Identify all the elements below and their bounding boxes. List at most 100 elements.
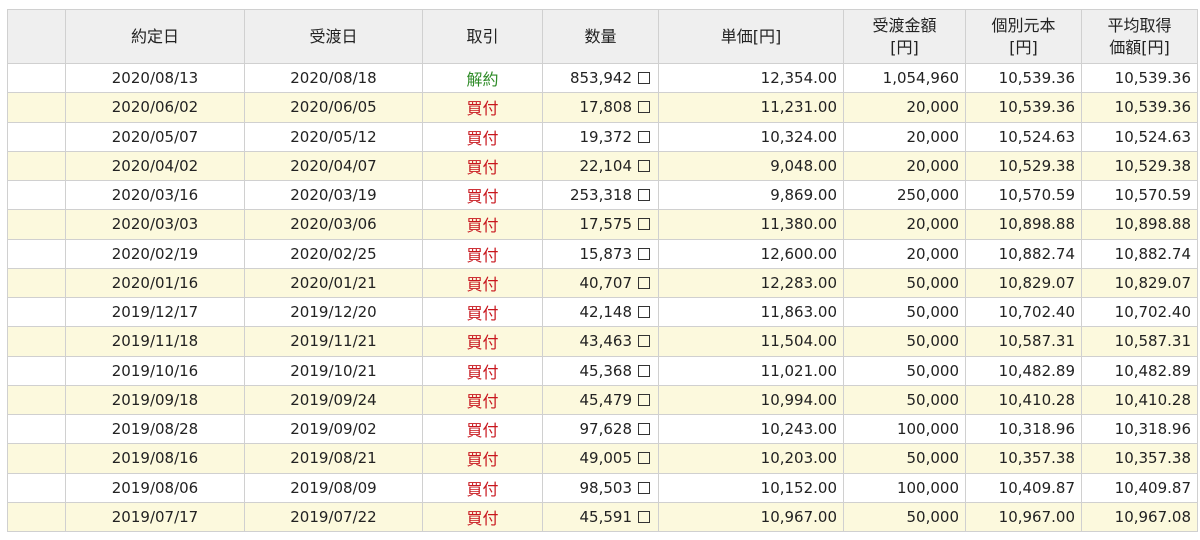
unit-kuchi-icon: [638, 72, 650, 85]
row-blank: [7, 209, 66, 240]
delivery-amount-cell: 20,000: [843, 92, 966, 123]
trade-type-label: 買付: [466, 362, 499, 382]
header-trade[interactable]: 取引: [422, 9, 543, 64]
trade-type-label: 買付: [466, 304, 499, 324]
row-blank: [7, 472, 66, 503]
row-blank: [7, 238, 66, 269]
trade-type-label: 解約: [466, 70, 499, 90]
delivery-amount-cell: 20,000: [843, 238, 966, 269]
avg-cost-cell: 10,524.63: [1081, 121, 1198, 152]
trade-cell: 買付: [422, 179, 543, 211]
quantity-value: 40,707: [579, 273, 633, 292]
quantity-cell: 42,148: [542, 296, 659, 328]
contract-date-cell: 2020/03/16: [65, 179, 245, 211]
avg-cost-cell: 10,482.89: [1081, 355, 1198, 386]
unit-price-cell: 11,504.00: [658, 326, 844, 357]
delivery-amount-cell: 1,054,960: [843, 62, 966, 94]
quantity-cell: 17,575: [542, 209, 659, 240]
quantity-value: 45,479: [579, 390, 633, 409]
trade-type-label: 買付: [466, 216, 499, 236]
individual-principal-cell: 10,410.28: [965, 384, 1082, 416]
quantity-value: 253,318: [569, 186, 632, 205]
unit-price-cell: 10,203.00: [658, 443, 844, 474]
header-individual-principal[interactable]: 個別元本 [円]: [965, 9, 1082, 64]
trade-type-label: 買付: [466, 128, 499, 148]
contract-date-cell: 2019/10/16: [65, 355, 245, 386]
delivery-date-cell: 2020/05/12: [244, 121, 423, 152]
table-row: 2020/04/02 2020/04/07 買付 22,104 9,048.00 20,0…: [7, 150, 1198, 182]
unit-price-cell: 12,600.00: [658, 238, 844, 269]
header-avg-cost[interactable]: 平均取得 価額[円]: [1081, 9, 1198, 64]
unit-price-cell: 12,354.00: [658, 62, 844, 94]
trade-cell: 買付: [422, 267, 543, 299]
avg-cost-cell: 10,882.74: [1081, 238, 1198, 269]
delivery-date-cell: 2019/11/21: [244, 326, 423, 357]
individual-principal-cell: 10,898.88: [965, 209, 1082, 240]
trade-cell: 買付: [422, 355, 543, 386]
delivery-amount-cell: 50,000: [843, 296, 966, 328]
table-row: 2020/08/13 2020/08/18 解約 853,942 12,354.00 1,…: [7, 62, 1198, 94]
avg-cost-cell: 10,967.08: [1081, 501, 1198, 533]
delivery-amount-cell: 50,000: [843, 443, 966, 474]
trade-history-table: 約定日 受渡日 取引 数量 単価[円] 受渡金額 [円] 個別元本 [円] 平均取得…: [7, 9, 1198, 533]
unit-kuchi-icon: [638, 364, 650, 377]
row-blank: [7, 62, 66, 94]
delivery-amount-cell: 20,000: [843, 209, 966, 240]
quantity-cell: 40,707: [542, 267, 659, 299]
delivery-amount-cell: 250,000: [843, 179, 966, 211]
row-blank: [7, 296, 66, 328]
quantity-cell: 45,368: [542, 355, 659, 386]
trade-cell: 買付: [422, 443, 543, 474]
trade-type-label: 買付: [466, 508, 499, 528]
delivery-amount-cell: 50,000: [843, 384, 966, 416]
quantity-cell: 43,463: [542, 326, 659, 357]
unit-price-cell: 10,324.00: [658, 121, 844, 152]
contract-date-cell: 2020/04/02: [65, 150, 245, 182]
delivery-date-cell: 2019/08/21: [244, 443, 423, 474]
delivery-amount-cell: 50,000: [843, 267, 966, 299]
unit-kuchi-icon: [638, 452, 650, 465]
unit-price-cell: 12,283.00: [658, 267, 844, 299]
unit-kuchi-icon: [638, 159, 650, 172]
trade-cell: 買付: [422, 209, 543, 240]
avg-cost-cell: 10,539.36: [1081, 62, 1198, 94]
unit-kuchi-icon: [638, 335, 650, 348]
header-avg-cost-line2: 価額[円]: [1109, 37, 1170, 57]
individual-principal-cell: 10,587.31: [965, 326, 1082, 357]
table-row: 2020/02/19 2020/02/25 買付 15,873 12,600.00 20,…: [7, 238, 1198, 269]
quantity-value: 853,942: [569, 69, 632, 88]
individual-principal-cell: 10,482.89: [965, 355, 1082, 386]
individual-principal-cell: 10,539.36: [965, 92, 1082, 123]
delivery-date-cell: 2019/09/02: [244, 413, 423, 445]
header-unit-price[interactable]: 単価[円]: [658, 9, 844, 64]
individual-principal-cell: 10,967.00: [965, 501, 1082, 533]
trade-cell: 買付: [422, 238, 543, 269]
unit-price-cell: 11,021.00: [658, 355, 844, 386]
table-row: 2019/09/18 2019/09/24 買付 45,479 10,994.00 50,…: [7, 384, 1198, 416]
contract-date-cell: 2020/08/13: [65, 62, 245, 94]
delivery-date-cell: 2020/02/25: [244, 238, 423, 269]
header-blank: [7, 9, 66, 64]
individual-principal-cell: 10,529.38: [965, 150, 1082, 182]
header-contract-date[interactable]: 約定日: [65, 9, 245, 64]
header-delivery-amount[interactable]: 受渡金額 [円]: [843, 9, 966, 64]
unit-price-cell: 10,243.00: [658, 413, 844, 445]
header-quantity[interactable]: 数量: [542, 9, 659, 64]
avg-cost-cell: 10,410.28: [1081, 384, 1198, 416]
avg-cost-cell: 10,539.36: [1081, 92, 1198, 123]
avg-cost-cell: 10,409.87: [1081, 472, 1198, 503]
header-delivery-date[interactable]: 受渡日: [244, 9, 423, 64]
unit-kuchi-icon: [638, 423, 650, 436]
quantity-cell: 98,503: [542, 472, 659, 503]
unit-kuchi-icon: [638, 393, 650, 406]
unit-kuchi-icon: [638, 247, 650, 260]
unit-kuchi-icon: [638, 218, 650, 231]
trade-type-label: 買付: [466, 274, 499, 294]
quantity-value: 45,591: [579, 507, 633, 526]
trade-cell: 買付: [422, 413, 543, 445]
trade-type-label: 買付: [466, 99, 499, 119]
delivery-amount-cell: 100,000: [843, 472, 966, 503]
delivery-date-cell: 2019/07/22: [244, 501, 423, 533]
contract-date-cell: 2019/07/17: [65, 501, 245, 533]
trade-type-label: 買付: [466, 391, 499, 411]
